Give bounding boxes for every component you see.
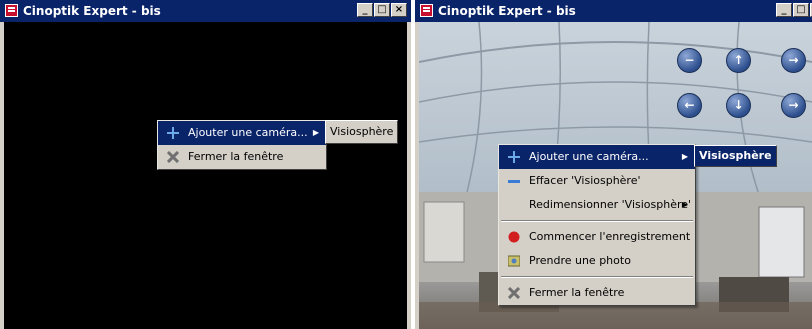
right-window: Cinoptik Expert - bis _ □ × <box>415 0 812 329</box>
right-titlebar[interactable]: Cinoptik Expert - bis _ □ × <box>415 0 812 22</box>
maximize-button[interactable]: □ <box>374 3 390 17</box>
window-title: Cinoptik Expert - bis <box>23 4 161 18</box>
menu-item-label: Commencer l'enregistrement <box>529 230 691 243</box>
menu-item-label: Prendre une photo <box>529 254 631 267</box>
close-x-icon <box>508 287 520 299</box>
minimize-button[interactable]: _ <box>357 3 373 17</box>
maximize-button[interactable]: □ <box>793 3 809 17</box>
pan-up-button[interactable]: ↑ <box>726 48 751 73</box>
menu-item-add-camera[interactable]: Ajouter une caméra... ▶ <box>499 145 695 169</box>
menu-item-label: Fermer la fenêtre <box>529 286 625 299</box>
submenu-arrow-icon: ▶ <box>681 152 688 161</box>
menu-item-resize[interactable]: Redimensionner 'Visiosphère' ▶ <box>499 193 695 217</box>
camera-photo-icon <box>508 255 520 267</box>
menu-item-label: Redimensionner 'Visiosphère' <box>529 198 692 211</box>
submenu-arrow-icon: ▶ <box>681 200 688 209</box>
pan-right-button[interactable]: → <box>781 48 806 73</box>
pan-left-button[interactable]: ← <box>677 93 702 118</box>
menu-separator <box>501 276 693 278</box>
menu-item-erase[interactable]: Effacer 'Visiosphère' <box>499 169 695 193</box>
menu-item-label: Fermer la fenêtre <box>188 150 284 163</box>
close-button[interactable]: × <box>391 3 407 17</box>
camera-viewport[interactable]: − ↑ → ← ↓ → Ajouter une caméra... ▶ Effa… <box>419 22 812 329</box>
zoom-out-button[interactable]: − <box>677 48 702 73</box>
left-titlebar[interactable]: Cinoptik Expert - bis _ □ × <box>0 0 411 22</box>
close-x-icon <box>167 151 179 163</box>
submenu-visiosphere[interactable]: Visiosphère <box>325 120 399 144</box>
menu-item-label: Ajouter une caméra... <box>529 150 649 163</box>
minimize-button[interactable]: _ <box>776 3 792 17</box>
app-icon <box>5 4 18 17</box>
plus-icon <box>508 151 520 163</box>
menu-item-take-photo[interactable]: Prendre une photo <box>499 249 695 273</box>
submenu-arrow-icon: ▶ <box>312 128 319 137</box>
camera-viewport[interactable]: Ajouter une caméra... ▶ Fermer la fenêtr… <box>4 22 407 329</box>
submenu-visiosphere[interactable]: Visiosphère <box>694 145 777 167</box>
minus-icon <box>508 180 520 183</box>
plus-icon <box>167 127 179 139</box>
pan-down-button[interactable]: ↓ <box>726 93 751 118</box>
app-icon <box>420 4 433 17</box>
menu-item-close-window[interactable]: Fermer la fenêtre <box>499 281 695 305</box>
context-menu: Ajouter une caméra... ▶ Effacer 'Visiosp… <box>498 144 696 306</box>
menu-item-label: Effacer 'Visiosphère' <box>529 174 641 187</box>
menu-item-label: Ajouter une caméra... <box>188 126 308 139</box>
menu-item-close-window[interactable]: Fermer la fenêtre <box>158 145 326 169</box>
context-menu: Ajouter une caméra... ▶ Fermer la fenêtr… <box>157 120 327 170</box>
menu-item-start-recording[interactable]: Commencer l'enregistrement <box>499 225 695 249</box>
window-title: Cinoptik Expert - bis <box>438 4 576 18</box>
menu-item-add-camera[interactable]: Ajouter une caméra... ▶ <box>158 121 326 145</box>
menu-separator <box>501 220 693 222</box>
rotate-right-button[interactable]: → <box>781 93 806 118</box>
left-window: Cinoptik Expert - bis _ □ × Ajouter une … <box>0 0 411 329</box>
record-icon <box>508 231 520 243</box>
